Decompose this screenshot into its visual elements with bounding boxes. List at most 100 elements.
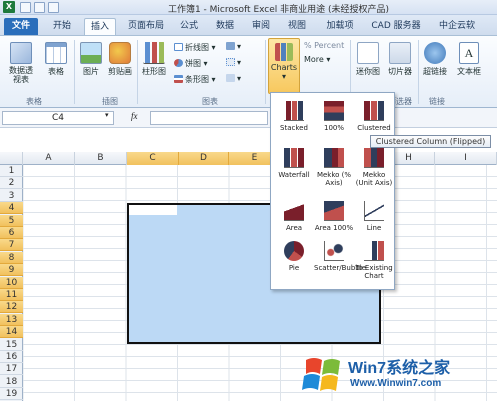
clustered-chart-icon <box>364 101 384 121</box>
menu-item-clustered[interactable]: Clustered <box>354 101 394 132</box>
row-header[interactable]: 5 <box>0 214 23 227</box>
active-cell[interactable] <box>129 205 177 215</box>
more-label: More <box>304 55 324 64</box>
table-button[interactable]: 表格 <box>42 42 70 77</box>
tab-data[interactable]: 数据 <box>210 18 240 35</box>
tab-review[interactable]: 审阅 <box>246 18 276 35</box>
area-chart-button[interactable]: ▾ <box>226 42 241 51</box>
row-header[interactable]: 6 <box>0 227 23 239</box>
row-header[interactable]: 11 <box>0 289 23 301</box>
percent-chart-icon <box>324 101 344 121</box>
row-header[interactable]: 16 <box>0 351 23 363</box>
pivot-table-button[interactable]: 数据透视表 <box>4 42 38 84</box>
column-header-i[interactable]: I <box>435 152 497 165</box>
tab-cad-server[interactable]: CAD 服务器 <box>366 18 426 35</box>
row-header[interactable]: 7 <box>0 239 23 252</box>
sparkline-button[interactable]: 迷你图 <box>354 42 382 77</box>
clipart-button[interactable]: 剪贴画 <box>106 42 134 77</box>
group-label-charts: 图表 <box>202 97 218 106</box>
area-100-label: Area 100% <box>314 224 354 232</box>
charts-button[interactable]: Charts ▾ <box>268 38 300 94</box>
scatter-icon <box>324 241 344 261</box>
row-header[interactable]: 13 <box>0 313 23 326</box>
percent-label: 100% <box>323 124 344 132</box>
tab-cloud[interactable]: 中企云软 <box>432 18 482 35</box>
other-chart-icon <box>226 74 235 82</box>
row-header[interactable]: 1 <box>0 165 23 177</box>
row-header[interactable]: 10 <box>0 276 23 289</box>
charts-dropdown-menu: Stacked 100% Clustered Waterfall Mekko (… <box>270 92 395 290</box>
menu-item-stacked[interactable]: Stacked <box>274 101 314 132</box>
menu-item-mekko-unit[interactable]: Mekko (Unit Axis) <box>354 148 394 187</box>
charts-label: Charts <box>270 63 298 72</box>
menu-item-mekko-percent[interactable]: Mekko (% Axis) <box>314 148 354 187</box>
row-header[interactable]: 4 <box>0 202 23 215</box>
bar-chart-icon <box>174 75 183 83</box>
to-existing-icon <box>364 241 384 261</box>
column-chart-button[interactable]: 柱形图 <box>140 42 168 77</box>
waterfall-label: Waterfall <box>278 171 310 179</box>
row-header[interactable]: 19 <box>0 388 23 401</box>
row-header[interactable]: 9 <box>0 264 23 277</box>
menu-item-100-percent[interactable]: 100% <box>314 101 354 132</box>
other-chart-button[interactable]: ▾ <box>226 74 241 83</box>
pivot-table-icon <box>10 42 32 64</box>
percent-button[interactable]: % Percent <box>304 41 344 50</box>
hyperlink-button[interactable]: 超链接 <box>420 42 450 77</box>
title-bar: X 工作簿1 - Microsoft Excel 非商业用途 (未经授权产品) <box>0 0 497 15</box>
tab-page-layout[interactable]: 页面布局 <box>122 18 170 35</box>
more-button[interactable]: More ▾ <box>304 55 330 64</box>
watermark-url: Www.Winwin7.com <box>350 378 442 389</box>
sparkline-label: 迷你图 <box>356 67 380 76</box>
menu-item-area[interactable]: Area <box>274 201 314 232</box>
column-header-d[interactable]: D <box>179 152 229 165</box>
tab-home[interactable]: 开始 <box>46 18 78 35</box>
bar-chart-label: 条形图 <box>185 75 209 84</box>
window-title: 工作簿1 - Microsoft Excel 非商业用途 (未经授权产品) <box>167 5 390 15</box>
column-header-b[interactable]: B <box>75 152 127 165</box>
row-header[interactable]: 2 <box>0 177 23 190</box>
scatter-chart-button[interactable]: ▾ <box>226 58 241 67</box>
pie-chart-button[interactable]: 饼图 ▾ <box>174 58 208 69</box>
line-label: Line <box>366 224 382 232</box>
watermark-brand: Win7系统之家 <box>348 360 451 377</box>
line-chart-button[interactable]: 折线图 ▾ <box>174 42 216 53</box>
undo-icon[interactable] <box>34 2 45 13</box>
bar-chart-button[interactable]: 条形图 ▾ <box>174 74 216 85</box>
row-header[interactable]: 8 <box>0 251 23 264</box>
row-header[interactable]: 15 <box>0 339 23 351</box>
tab-formulas[interactable]: 公式 <box>174 18 204 35</box>
textbox-button[interactable]: A 文本框 <box>454 42 484 77</box>
picture-button[interactable]: 图片 <box>78 42 104 77</box>
menu-item-to-existing[interactable]: To Existing Chart <box>354 241 394 280</box>
tab-view[interactable]: 视图 <box>282 18 312 35</box>
menu-item-waterfall[interactable]: Waterfall <box>274 148 314 179</box>
tab-insert[interactable]: 插入 <box>84 18 116 35</box>
group-separator <box>265 40 266 104</box>
menu-item-line[interactable]: Line <box>354 201 394 232</box>
menu-item-area-100[interactable]: Area 100% <box>314 201 354 232</box>
row-header[interactable]: 12 <box>0 301 23 314</box>
redo-icon[interactable] <box>48 2 59 13</box>
tab-file[interactable]: 文件 <box>4 18 38 35</box>
column-header-c[interactable]: C <box>127 152 179 165</box>
name-box[interactable]: C4 <box>2 111 114 125</box>
column-header-a[interactable]: A <box>23 152 75 165</box>
row-header[interactable]: 14 <box>0 326 23 339</box>
area-100-icon <box>324 201 344 221</box>
area-label: Area <box>285 224 303 232</box>
select-all-corner[interactable] <box>0 152 23 165</box>
menu-item-scatter[interactable]: Scatter/Bubble <box>314 241 366 272</box>
line-icon <box>364 201 384 221</box>
row-header[interactable]: 18 <box>0 376 23 388</box>
formula-input[interactable] <box>150 111 268 125</box>
fx-label[interactable]: fx <box>131 111 138 121</box>
save-icon[interactable] <box>20 2 31 13</box>
tab-addins[interactable]: 加载项 <box>320 18 360 35</box>
line-chart-icon <box>174 43 183 51</box>
row-header[interactable]: 3 <box>0 190 23 202</box>
slicer-button[interactable]: 切片器 <box>386 42 414 77</box>
name-box-dropdown-icon[interactable]: ▾ <box>105 111 109 119</box>
menu-item-pie[interactable]: Pie <box>274 241 314 272</box>
row-header[interactable]: 17 <box>0 363 23 376</box>
